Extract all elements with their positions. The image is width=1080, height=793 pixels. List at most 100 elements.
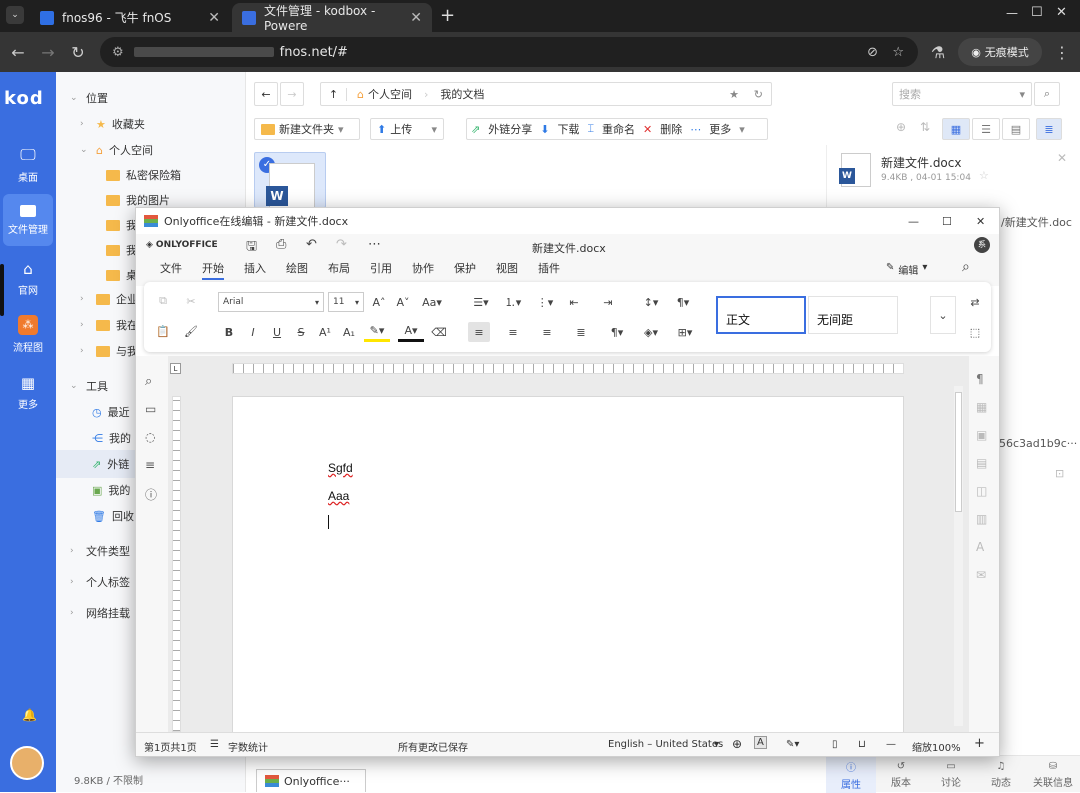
user-avatar[interactable]: 系 xyxy=(974,237,990,253)
chat-icon[interactable]: ◌ xyxy=(145,430,155,444)
incognito-badge[interactable]: ◉ 无痕模式 xyxy=(958,38,1042,66)
header-footer-icon[interactable]: ▤ xyxy=(976,456,987,470)
scroll-thumb[interactable] xyxy=(955,392,962,512)
forward-arrow-icon[interactable]: → xyxy=(36,40,60,64)
view-list-button[interactable]: ☰ xyxy=(972,118,1000,140)
tree-item-personal-space[interactable]: ⌄ ⌂ 个人空间 xyxy=(80,138,153,162)
tree-item-external-links[interactable]: ⇗ 外链 xyxy=(92,452,129,476)
upload-button[interactable]: ⬆ 上传 ▾ xyxy=(370,118,444,140)
menu-insert[interactable]: 插入 xyxy=(244,260,266,276)
font-size-select[interactable]: 11 ▾ xyxy=(328,292,364,312)
eye-off-icon[interactable]: ⊘ xyxy=(867,45,878,60)
new-tab-button[interactable]: + xyxy=(440,5,455,26)
breadcrumb-item[interactable]: 我的文档 xyxy=(440,86,484,102)
numbering-icon[interactable]: ⒈▾ xyxy=(500,292,526,312)
bold-icon[interactable]: B xyxy=(220,322,238,342)
document-page[interactable]: Sgfd Aaa xyxy=(232,396,904,736)
view-split-button[interactable]: ▤ xyxy=(1002,118,1030,140)
strikethrough-icon[interactable]: S xyxy=(292,322,310,342)
styles-expand-icon[interactable]: ⌄ xyxy=(930,296,956,334)
browser-tab-fnos[interactable]: fnos96 - 飞牛 fnOS ✕ xyxy=(30,3,230,32)
format-painter-icon[interactable]: 🖌 xyxy=(182,322,200,340)
justify-icon[interactable]: ≣ xyxy=(570,322,592,342)
menu-view[interactable]: 视图 xyxy=(496,260,518,276)
menu-draw[interactable]: 绘图 xyxy=(286,260,308,276)
tab-stop-icon[interactable]: L xyxy=(170,363,181,374)
browser-tab-kodbox[interactable]: 文件管理 - kodbox - Powere ✕ xyxy=(232,3,432,33)
notification-bell-icon[interactable]: 🔔 xyxy=(22,708,37,722)
tab-related[interactable]: ⛁ 关联信息 xyxy=(1026,756,1080,793)
shape-settings-icon[interactable]: ◫ xyxy=(976,484,987,498)
style-normal[interactable]: 正文 xyxy=(716,296,806,334)
menu-plugins[interactable]: 插件 xyxy=(538,260,560,276)
tree-item-folder[interactable]: 我 xyxy=(106,238,137,262)
zoom-out-icon[interactable]: — xyxy=(886,739,896,750)
sidebar-item-flowchart[interactable]: ⁂ 流程图 xyxy=(3,308,53,360)
italic-icon[interactable]: I xyxy=(244,322,262,342)
search-button[interactable]: ⌕ xyxy=(1034,82,1060,106)
align-left-icon[interactable]: ≡ xyxy=(468,322,490,342)
menu-home[interactable]: 开始 xyxy=(202,260,224,280)
window-minimize-icon[interactable]: — xyxy=(908,215,919,228)
sidebar-item-desktop[interactable]: 🖵 桌面 xyxy=(3,138,53,190)
tab-activity[interactable]: ♫ 动态 xyxy=(976,756,1026,793)
change-case-replace-icon[interactable]: ⇄ xyxy=(966,292,984,312)
window-close-icon[interactable]: ✕ xyxy=(976,215,985,228)
menu-file[interactable]: 文件 xyxy=(160,260,182,276)
tab-properties[interactable]: ⓘ 属性 xyxy=(826,756,876,793)
mail-merge-icon[interactable]: ✉ xyxy=(976,568,986,582)
spellcheck-icon[interactable]: A xyxy=(754,736,767,749)
site-settings-icon[interactable]: ⚙ xyxy=(112,45,124,60)
reload-icon[interactable]: ↻ xyxy=(66,40,90,64)
print-icon[interactable]: ⎙ xyxy=(276,237,286,252)
font-name-select[interactable]: Arial ▾ xyxy=(218,292,324,312)
tree-item-my-photos[interactable]: ▣ 我的 xyxy=(92,478,130,502)
window-maximize-icon[interactable]: ☐ xyxy=(1031,5,1043,20)
vertical-ruler[interactable] xyxy=(172,396,181,732)
font-shrink-icon[interactable]: A˅ xyxy=(394,292,412,312)
zoom-icon[interactable]: ⊕ xyxy=(896,120,906,134)
tab-discussion[interactable]: ▭ 讨论 xyxy=(926,756,976,793)
paragraph-settings-icon[interactable]: ¶ xyxy=(976,372,984,386)
avatar[interactable] xyxy=(10,746,44,780)
menu-layout[interactable]: 布局 xyxy=(328,260,350,276)
taskbar-item-onlyoffice[interactable]: Onlyoffice··· xyxy=(256,769,366,792)
search-icon[interactable]: ⌕ xyxy=(962,259,970,275)
rename-button[interactable]: 重命名 xyxy=(602,121,635,137)
style-no-spacing[interactable]: 无间距 xyxy=(808,296,898,334)
paragraph-settings-icon[interactable]: ¶▾ xyxy=(670,292,696,312)
tree-item-folder[interactable]: 我 xyxy=(106,213,137,237)
back-button[interactable]: ← xyxy=(254,82,278,106)
horizontal-ruler[interactable] xyxy=(232,363,904,374)
forward-button[interactable]: → xyxy=(280,82,304,106)
more-button[interactable]: 更多 xyxy=(709,121,731,137)
font-color-icon[interactable]: A▾ xyxy=(398,322,424,342)
zoom-in-icon[interactable]: + xyxy=(974,736,985,751)
line-spacing-icon[interactable]: ↕▾ xyxy=(638,292,664,312)
delete-button[interactable]: 删除 xyxy=(660,121,682,137)
share-button[interactable]: 外链分享 xyxy=(488,121,532,137)
page-indicator[interactable]: 第1页共1页 xyxy=(144,739,197,754)
tree-section-tags[interactable]: › 个人标签 xyxy=(70,570,130,594)
back-arrow-icon[interactable]: ← xyxy=(6,40,30,64)
borders-icon[interactable]: ⊞▾ xyxy=(672,322,698,342)
window-minimize-icon[interactable]: — xyxy=(1006,6,1018,20)
toggle-detail-button[interactable]: ≣ xyxy=(1036,118,1062,140)
tree-item-private-vault[interactable]: 私密保险箱 xyxy=(106,163,181,187)
cut-icon[interactable]: ✂ xyxy=(182,292,200,310)
multilevel-icon[interactable]: ⋮▾ xyxy=(532,292,558,312)
tree-item-my-in[interactable]: › 我在 xyxy=(80,313,138,337)
tree-section-tools[interactable]: ⌄ 工具 xyxy=(70,374,108,398)
zoom-level[interactable]: 缩放100% xyxy=(912,739,961,754)
subscript-icon[interactable]: A₁ xyxy=(340,322,358,342)
favorite-star-icon[interactable]: ☆ xyxy=(979,169,989,182)
align-right-icon[interactable]: ≡ xyxy=(536,322,558,342)
close-tab-icon[interactable]: ✕ xyxy=(410,10,422,26)
search-icon[interactable]: ⌕ xyxy=(145,374,152,389)
menu-collaborate[interactable]: 协作 xyxy=(412,260,434,276)
clear-format-icon[interactable]: ⌫ xyxy=(430,322,448,342)
window-close-icon[interactable]: ✕ xyxy=(1056,5,1067,20)
fit-page-icon[interactable]: ▯ xyxy=(832,739,838,750)
track-changes-icon[interactable]: ✎▾ xyxy=(786,739,799,750)
tree-item-recycle-bin[interactable]: 🗑 回收 xyxy=(92,504,134,528)
